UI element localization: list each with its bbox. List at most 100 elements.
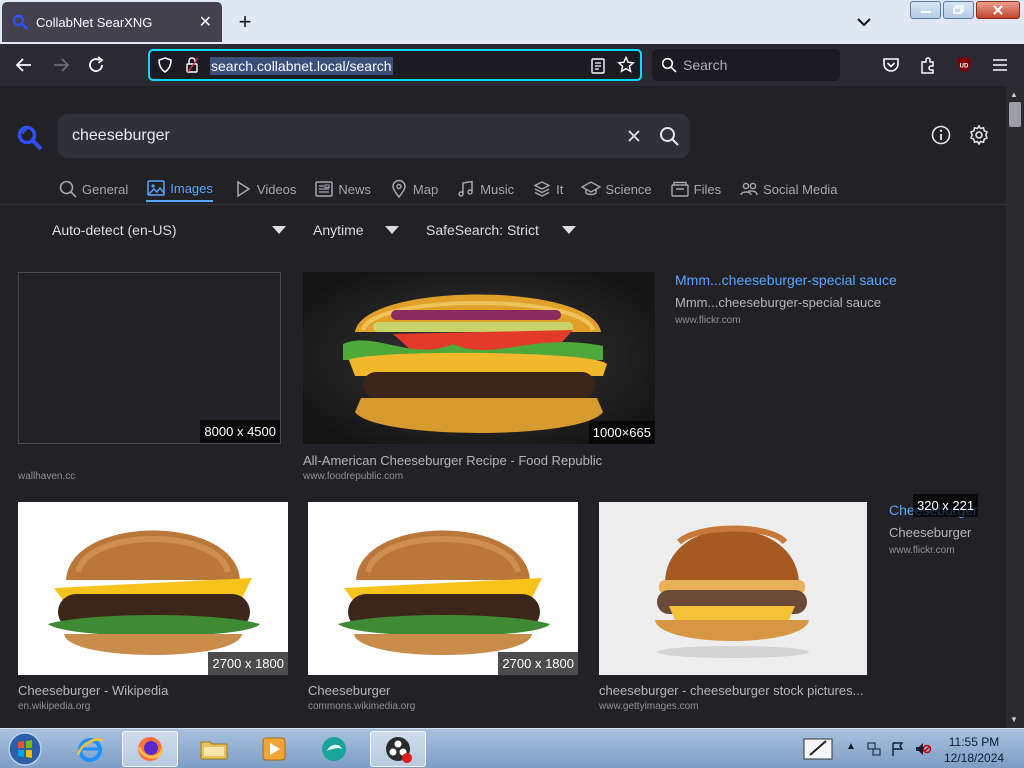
info-icon[interactable] <box>930 124 952 146</box>
image-thumbnail[interactable]: 8000 x 4500 <box>18 272 281 444</box>
result-title[interactable]: All-American Cheeseburger Recipe - Food … <box>303 453 655 468</box>
bookmark-star-icon[interactable] <box>617 56 635 74</box>
image-size-badge: 1000×665 <box>588 421 655 444</box>
time-range-select[interactable]: Anytime <box>313 222 364 238</box>
result-domain: www.foodrepublic.com <box>303 471 404 482</box>
image-thumbnail[interactable]: 2700 x 1800 <box>308 502 578 675</box>
music-icon <box>458 180 473 197</box>
new-tab-button[interactable]: + <box>232 8 258 36</box>
result-title[interactable]: Cheeseburger <box>308 683 578 698</box>
category-tabs: General Images Videos News Map Music It <box>58 176 856 204</box>
burger-photo-icon <box>18 502 288 675</box>
forward-arrow-icon[interactable] <box>50 54 72 76</box>
restore-button[interactable] <box>943 1 974 19</box>
network-icon[interactable] <box>866 741 882 757</box>
tab-science[interactable]: Science <box>581 176 652 202</box>
result-domain: www.gettyimages.com <box>599 701 699 712</box>
minimize-button[interactable] <box>910 1 941 19</box>
tab-label: Videos <box>256 181 297 197</box>
taskbar-obs[interactable] <box>370 731 426 767</box>
image-thumbnail[interactable] <box>599 502 867 675</box>
image-thumbnail[interactable]: 1000×665 <box>303 272 655 444</box>
safesearch-select[interactable]: SafeSearch: Strict <box>426 222 539 238</box>
extensions-puzzle-icon[interactable] <box>917 54 939 76</box>
scroll-down-icon[interactable]: ▼ <box>1010 715 1018 724</box>
tab-label: Images <box>170 180 213 196</box>
pen-input-icon[interactable] <box>802 735 834 763</box>
taskbar-file-explorer[interactable] <box>186 731 242 767</box>
image-result[interactable]: 8000 x 4500 wallhaven.cc <box>18 272 281 487</box>
image-thumbnail[interactable]: 2700 x 1800 <box>18 502 288 675</box>
tab-social-media[interactable]: Social Media <box>739 176 838 202</box>
chevron-down-icon[interactable] <box>562 226 576 234</box>
back-arrow-icon[interactable] <box>13 54 35 76</box>
searxng-logo-icon[interactable] <box>16 124 44 152</box>
lock-icon[interactable] <box>184 56 200 74</box>
image-result[interactable]: 2700 x 1800 Cheeseburger commons.wikimed… <box>308 502 578 717</box>
system-clock[interactable]: 11:55 PM 12/18/2024 <box>944 734 1004 766</box>
search-query-box[interactable]: cheeseburger <box>58 114 690 158</box>
windows-start-icon[interactable] <box>4 731 46 767</box>
burger-photo-icon <box>308 502 578 675</box>
list-all-tabs-icon[interactable] <box>852 10 876 34</box>
searxng-favicon-icon <box>12 14 28 30</box>
searxng-page: cheeseburger General Images Videos News … <box>0 86 1006 728</box>
settings-gear-icon[interactable] <box>968 124 990 146</box>
window-close-button[interactable] <box>976 1 1020 19</box>
browser-tab[interactable]: CollabNet SearXNG ✕ <box>2 2 222 42</box>
hamburger-menu-icon[interactable] <box>989 54 1011 76</box>
show-hidden-icons-icon[interactable]: ▲ <box>846 741 856 752</box>
tab-it[interactable]: It <box>532 176 563 202</box>
search-box-placeholder: Search <box>683 57 728 73</box>
page-scrollbar[interactable]: ▲ ▼ <box>1006 86 1024 728</box>
result-domain: www.flickr.com <box>675 315 741 326</box>
tab-music[interactable]: Music <box>456 176 514 202</box>
result-title[interactable]: Cheeseburger - Wikipedia <box>18 683 288 698</box>
obs-recording-icon <box>386 737 412 763</box>
tab-files[interactable]: Files <box>670 176 721 202</box>
pocket-icon[interactable] <box>880 54 902 76</box>
tracking-protection-shield-icon[interactable] <box>156 56 174 74</box>
map-pin-icon <box>392 179 406 199</box>
url-text[interactable]: search.collabnet.local/search <box>210 57 393 75</box>
image-result[interactable]: 1000×665 All-American Cheeseburger Recip… <box>303 272 655 487</box>
image-size-badge: 8000 x 4500 <box>200 420 280 443</box>
taskbar-internet-explorer[interactable] <box>62 731 118 767</box>
volume-muted-icon[interactable] <box>914 741 932 757</box>
clear-search-icon[interactable] <box>624 126 644 146</box>
scroll-up-icon[interactable]: ▲ <box>1010 90 1018 99</box>
search-query-input[interactable]: cheeseburger <box>72 127 170 145</box>
chevron-down-icon[interactable] <box>385 226 399 234</box>
search-icon <box>661 57 677 73</box>
clock-date: 12/18/2024 <box>944 751 1005 765</box>
language-select[interactable]: Auto-detect (en-US) <box>52 222 177 238</box>
tab-images[interactable]: Images <box>146 176 213 202</box>
result-title[interactable]: cheeseburger - cheeseburger stock pictur… <box>599 683 867 698</box>
files-icon <box>670 181 689 197</box>
category-divider <box>0 204 1006 205</box>
reload-icon[interactable] <box>85 54 107 76</box>
result-domain: en.wikipedia.org <box>18 701 91 712</box>
image-result[interactable]: cheeseburger - cheeseburger stock pictur… <box>599 502 867 717</box>
tab-map[interactable]: Map <box>389 176 438 202</box>
ublock-origin-icon[interactable]: UD <box>953 54 975 76</box>
address-bar[interactable]: search.collabnet.local/search <box>148 49 642 81</box>
taskbar-firefox[interactable] <box>122 731 178 767</box>
taskbar-app-teal[interactable] <box>306 731 362 767</box>
tab-close-icon[interactable]: ✕ <box>199 12 212 32</box>
taskbar-media-player[interactable] <box>246 731 302 767</box>
chevron-down-icon[interactable] <box>272 226 286 234</box>
image-result[interactable]: Mmm...cheeseburger-special sauce Mmm...c… <box>675 272 995 332</box>
tab-videos[interactable]: Videos <box>233 176 297 202</box>
image-result[interactable]: 2700 x 1800 Cheeseburger - Wikipedia en.… <box>18 502 288 717</box>
search-submit-icon[interactable] <box>658 125 680 147</box>
action-center-flag-icon[interactable] <box>890 741 906 757</box>
tab-news[interactable]: News <box>314 176 371 202</box>
scrollbar-thumb[interactable] <box>1009 102 1021 127</box>
result-title[interactable]: Mmm...cheeseburger-special sauce <box>675 272 897 288</box>
tab-label: General <box>82 181 129 197</box>
browser-search-box[interactable]: Search <box>652 49 840 81</box>
tab-general[interactable]: General <box>58 176 128 202</box>
window-controls <box>910 1 1020 19</box>
reader-view-icon[interactable] <box>590 57 606 75</box>
